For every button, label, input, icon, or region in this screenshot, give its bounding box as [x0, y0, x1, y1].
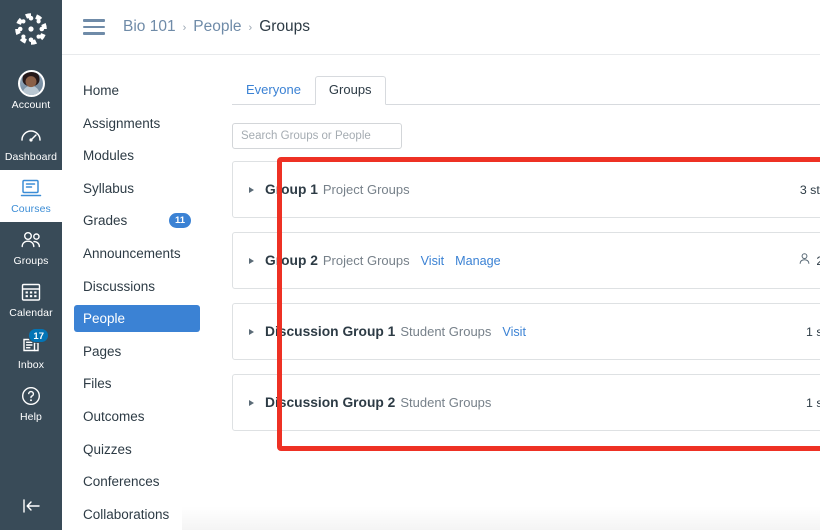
group-row[interactable]: Group 1 Project Groups 3 students — [232, 161, 820, 218]
visit-link[interactable]: Visit — [502, 325, 526, 339]
course-nav-label-announcements: Announcements — [83, 245, 181, 261]
tab-groups[interactable]: Groups — [314, 76, 386, 105]
manage-link[interactable]: Manage — [455, 254, 501, 268]
courses-book-icon — [18, 175, 44, 201]
collapse-left-arrow-icon[interactable] — [0, 496, 62, 516]
breadcrumb-current: Groups — [259, 18, 311, 35]
course-nav-label-modules: Modules — [83, 148, 135, 164]
expand-caret-icon[interactable] — [249, 186, 254, 193]
global-navigation: Account Dashboard Courses Groups Calenda… — [0, 0, 62, 530]
course-nav-item-people[interactable]: People — [74, 305, 200, 333]
visit-link[interactable]: Visit — [421, 254, 445, 268]
grades-badge: 11 — [168, 213, 191, 229]
group-set-name: Student Groups — [400, 324, 492, 339]
course-nav-item-grades[interactable]: Grades 11 — [74, 207, 200, 234]
group-set-name: Project Groups — [322, 253, 410, 268]
content-area: Bio 101 › People › Groups Home Assignmen… — [62, 0, 820, 530]
course-nav-label-conferences: Conferences — [83, 474, 160, 490]
course-nav-label-collaborations: Collaborations — [83, 506, 170, 522]
course-nav-label-pages: Pages — [83, 343, 122, 359]
course-nav-label-home: Home — [83, 83, 120, 98]
global-nav-label-courses: Courses — [11, 203, 51, 215]
group-name: Discussion Group 1 — [265, 324, 396, 339]
global-nav-label-account: Account — [11, 99, 51, 111]
breadcrumb-separator-2: › — [248, 22, 253, 34]
group-name: Group 1 — [265, 182, 318, 197]
course-nav-label-quizzes: Quizzes — [83, 441, 132, 457]
top-breadcrumb-bar: Bio 101 › People › Groups — [62, 0, 820, 55]
course-nav-item-home[interactable]: Home — [74, 77, 200, 104]
course-nav-label-files: Files — [83, 376, 112, 392]
search-input[interactable] — [241, 130, 393, 142]
course-nav-label-people: People — [83, 311, 126, 327]
canvas-logo-icon[interactable] — [13, 11, 49, 52]
global-nav-label-inbox: Inbox — [17, 359, 45, 371]
breadcrumb-course-link[interactable]: Bio 101 — [123, 18, 176, 36]
course-navigation: Home Assignments Modules Syllabus Grades… — [62, 55, 214, 530]
breadcrumb-people-link[interactable]: People — [193, 18, 241, 36]
expand-caret-icon[interactable] — [249, 257, 254, 264]
course-nav-item-assignments[interactable]: Assignments — [74, 110, 200, 137]
hamburger-menu-icon[interactable] — [83, 19, 105, 35]
canvas-groups-page: Account Dashboard Courses Groups Calenda… — [0, 0, 820, 530]
global-nav-label-groups: Groups — [13, 255, 49, 267]
tab-everyone[interactable]: Everyone — [232, 76, 315, 105]
group-set-name: Project Groups — [322, 182, 410, 197]
course-nav-label-grades: Grades — [83, 213, 128, 229]
global-nav-label-dashboard: Dashboard — [4, 151, 58, 163]
course-nav-item-announcements[interactable]: Announcements — [74, 240, 200, 267]
group-name: Group 2 — [265, 253, 318, 268]
breadcrumb-separator-1: › — [182, 22, 187, 34]
group-name: Discussion Group 2 — [265, 395, 396, 410]
course-nav-item-pages[interactable]: Pages — [74, 338, 200, 365]
global-nav-item-help[interactable]: Help — [0, 378, 62, 430]
group-member-count: 1 student — [806, 395, 820, 410]
course-nav-item-conferences[interactable]: Conferences — [74, 468, 200, 495]
course-nav-item-collaborations[interactable]: Collaborations — [74, 501, 200, 528]
global-nav-item-courses[interactable]: Courses — [0, 170, 62, 222]
course-nav-label-syllabus: Syllabus — [83, 180, 135, 196]
people-tabs: Everyone Groups — [232, 76, 820, 105]
help-question-icon — [18, 383, 44, 409]
person-icon — [798, 252, 811, 270]
expand-caret-icon[interactable] — [249, 328, 254, 335]
group-member-count: 2 stude — [816, 253, 820, 268]
global-nav-label-calendar: Calendar — [9, 307, 53, 319]
global-nav-item-inbox[interactable]: 17 Inbox — [0, 326, 62, 378]
calendar-icon — [18, 279, 44, 305]
global-nav-label-help: Help — [20, 411, 42, 423]
course-nav-item-files[interactable]: Files — [74, 370, 200, 397]
global-nav-item-dashboard[interactable]: Dashboard — [0, 118, 62, 170]
course-nav-item-outcomes[interactable]: Outcomes — [74, 403, 200, 430]
course-nav-item-discussions[interactable]: Discussions — [74, 273, 200, 300]
global-nav-item-groups[interactable]: Groups — [0, 222, 62, 274]
course-nav-label-discussions: Discussions — [83, 278, 156, 294]
group-row[interactable]: Discussion Group 1 Student Groups Visit … — [232, 303, 820, 360]
breadcrumb: Bio 101 › People › Groups — [123, 18, 310, 36]
group-row[interactable]: Group 2 Project Groups Visit Manage 2 — [232, 232, 820, 289]
expand-caret-icon[interactable] — [249, 399, 254, 406]
course-nav-item-modules[interactable]: Modules — [74, 142, 200, 169]
course-nav-label-outcomes: Outcomes — [83, 408, 145, 424]
global-nav-item-calendar[interactable]: Calendar — [0, 274, 62, 326]
course-nav-item-quizzes[interactable]: Quizzes — [74, 436, 200, 463]
course-nav-label-assignments: Assignments — [83, 115, 161, 131]
group-member-count: 3 students — [799, 182, 820, 197]
search-groups-or-people[interactable] — [232, 123, 402, 149]
group-row[interactable]: Discussion Group 2 Student Groups 1 stud… — [232, 374, 820, 431]
group-member-count: 1 student — [806, 324, 820, 339]
avatar — [17, 70, 45, 97]
inbox-unread-badge: 17 — [28, 328, 49, 343]
dashboard-gauge-icon — [18, 123, 44, 149]
group-list: Group 1 Project Groups 3 students Group … — [232, 161, 820, 431]
groups-main-panel: Everyone Groups Group 1 Project Groups — [214, 55, 820, 530]
group-set-name: Student Groups — [400, 395, 492, 410]
groups-people-icon — [18, 227, 44, 253]
global-nav-item-account[interactable]: Account — [0, 65, 62, 118]
course-nav-item-syllabus[interactable]: Syllabus — [74, 175, 200, 202]
